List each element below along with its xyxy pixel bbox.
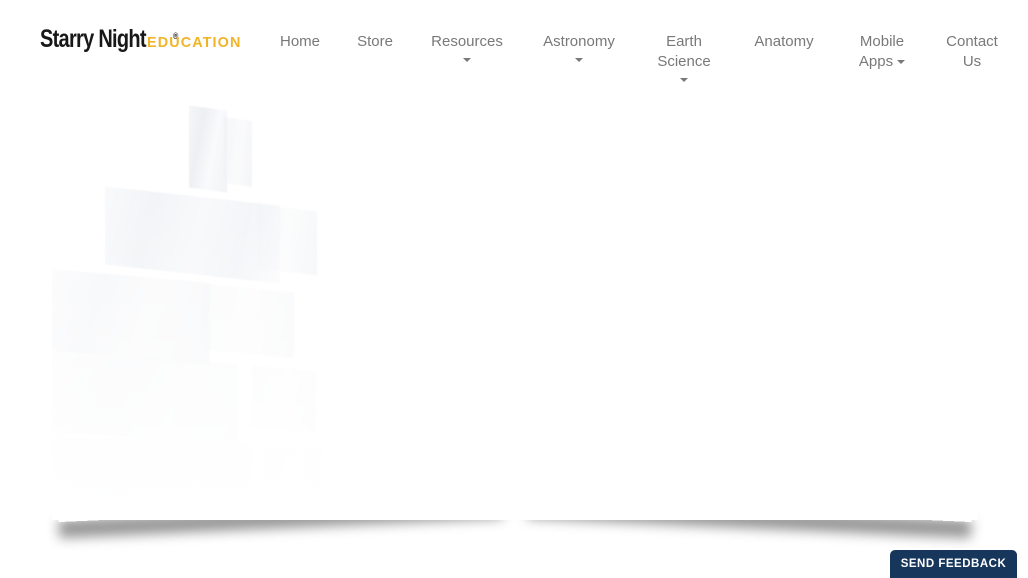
page-root: Starry Night ® EDUCATION Home Store Resou… [0,0,1028,578]
media-fragment [202,283,294,359]
nav-item-earth-science[interactable]: Earth Science [636,32,732,82]
nav-item-contact-us[interactable]: Contact Us [928,32,1016,72]
nav-item-astronomy-label: Astronomy [543,33,615,50]
nav-item-home[interactable]: Home [262,32,338,52]
media-fragment [105,186,280,284]
nav-item-astronomy[interactable]: Astronomy [522,32,636,62]
nav-item-mobile-apps-label-line1: Mobile [859,33,905,50]
nav-item-resources[interactable]: Resources [412,32,522,62]
nav-item-earth-science-label-line2: Science [657,53,711,70]
nav-item-earth-science-label-line1: Earth [666,33,702,50]
media-fragment [252,365,316,433]
media-carousel-placeholder [52,92,978,520]
nav-item-mobile-apps-label-line2: Apps [858,53,894,70]
logo-brand-name: Starry Night [40,25,147,53]
nav-item-home-label: Home [279,33,320,50]
header-inner: Starry Night ® EDUCATION Home Store Resou… [0,0,1028,92]
nav-item-store[interactable]: Store [338,32,412,52]
chevron-down-icon [680,78,688,82]
nav-item-mobile-apps[interactable]: Mobile Apps [836,32,928,72]
chevron-down-icon [463,58,471,62]
send-feedback-button[interactable]: SEND FEEDBACK [890,550,1017,578]
nav-item-store-label: Store [357,33,393,50]
nav-item-resources-label: Resources [431,33,503,50]
media-fragment [52,436,252,516]
media-fragment [257,204,317,276]
content-panel [52,92,978,520]
media-fragment [224,117,252,187]
media-fragment [189,105,227,193]
media-fragment [264,446,322,506]
nav-item-contact-us-label-line2: Us [962,53,982,70]
site-logo[interactable]: Starry Night ® EDUCATION [40,27,245,52]
nav-item-anatomy[interactable]: Anatomy [732,32,836,52]
logo-sub-brand: EDUCATION [146,34,242,51]
main-navigation: Home Store Resources Astronomy Earth Sci… [262,0,1028,92]
chevron-down-icon [575,58,583,62]
nav-item-mobile-apps-label-line2-wrap: Apps [846,52,918,72]
media-fragment [52,269,210,365]
media-fragment [52,352,238,444]
site-header: Starry Night ® EDUCATION Home Store Resou… [0,0,1028,92]
chevron-down-icon [897,60,906,65]
nav-item-anatomy-label: Anatomy [754,33,814,50]
nav-item-contact-us-label-line1: Contact [946,33,998,50]
